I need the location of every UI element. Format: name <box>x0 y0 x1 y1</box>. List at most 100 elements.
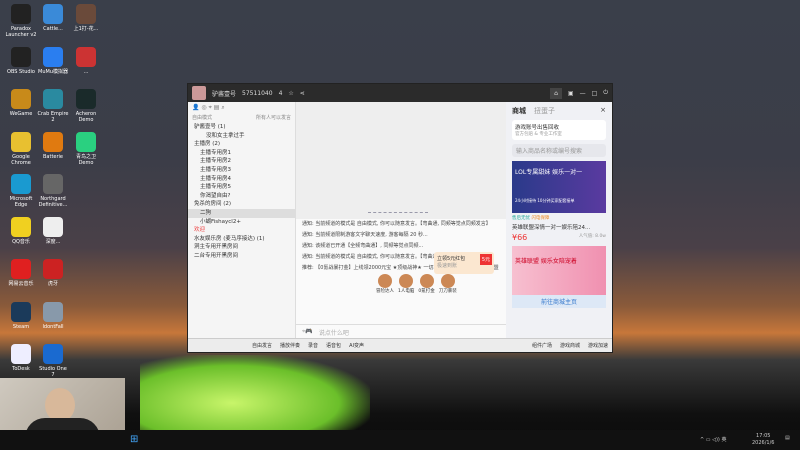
home-icon[interactable]: ⌂ <box>550 87 562 99</box>
wallpaper-tent <box>140 355 370 435</box>
channel-tree-item[interactable]: 免杀的房间 (2) <box>188 200 295 209</box>
share-icon[interactable]: ⋖ <box>300 90 305 97</box>
desktop-icon[interactable]: 深度... <box>37 216 69 245</box>
desktop-icon[interactable]: ... <box>70 46 102 75</box>
channel-tree-item[interactable]: 主播专用房3 <box>188 166 295 175</box>
minimize-icon[interactable]: — <box>580 90 586 97</box>
toolbar-button[interactable]: AI变声 <box>349 342 364 349</box>
toolbar-button[interactable]: 游戏加速 <box>588 342 608 349</box>
desktop-icon[interactable]: Steam <box>5 301 37 330</box>
notification-icon[interactable]: ▤ <box>785 435 790 441</box>
desktop-icon[interactable]: Paradox Launcher v2 <box>5 4 37 38</box>
app-icon <box>11 344 31 364</box>
desktop-icon[interactable]: 青鸟之卫 Demo <box>70 131 102 166</box>
tray-icons[interactable]: ^ ▭ ◁)) 英 <box>700 436 726 443</box>
desktop-icon[interactable]: OBS Studio <box>5 46 37 75</box>
desktop-icon[interactable]: 虎牙 <box>37 259 69 287</box>
channel-tree-item[interactable]: 主播房 (2) <box>188 140 295 149</box>
app-icon <box>43 216 63 237</box>
toolbar-button[interactable]: 录音 <box>308 342 318 349</box>
mini-game[interactable]: 冒险达人 <box>376 274 394 294</box>
channel-tree-item[interactable]: 主播专用房5 <box>188 183 295 192</box>
channel-tree-item[interactable]: 水友娱乐房 (麦马序接达) (1) <box>188 235 295 244</box>
desktop-icon[interactable]: Microsoft Edge <box>5 174 37 208</box>
desktop-icon[interactable]: Cattle... <box>37 4 69 32</box>
app-icon <box>11 131 31 152</box>
app-icon <box>11 4 31 24</box>
toolbar-button[interactable]: 游戏商城 <box>560 342 580 349</box>
desktop-icon[interactable]: Crab Empire 2 <box>37 89 69 123</box>
tab-shop[interactable]: 商城 <box>512 106 526 116</box>
yy-voice-window: 驴酱壹号 57511040 4 ☆ ⋖ ⌂ ▣ — □ ⏻ 👤 ◎ ⌖ ▤ ⌕ … <box>187 83 613 353</box>
desktop-icon[interactable]: QQ音乐 <box>5 216 37 245</box>
desktop-icon[interactable]: Northgard Definitive... <box>37 174 69 208</box>
mini-game[interactable]: 刀刀暴装 <box>439 274 457 294</box>
channel-tree: 驴酱壹号 (1) 没和女主拿过手 主播房 (2) 主播专用房1 主播专用房2 主播专用房3… <box>188 123 295 261</box>
input-placeholder[interactable]: 说点什么吧 <box>319 328 349 337</box>
game-icon <box>378 274 392 288</box>
channel-tree-item[interactable]: 主播专用房4 <box>188 175 295 184</box>
channel-tree-item[interactable]: 主播专用房1 <box>188 149 295 158</box>
card1-image[interactable]: LOL专属甜妹 娱乐一对一 24小时接待 10分钟买家配套接单 <box>512 161 606 213</box>
toolbar-button[interactable]: 语音包 <box>326 342 341 349</box>
app-icon <box>43 4 63 24</box>
shop-search[interactable]: 输入商品名称或编号搜索 <box>512 144 606 157</box>
desktop-icon[interactable]: 上1打-花... <box>70 4 102 32</box>
banner-carousel[interactable] <box>296 102 506 219</box>
avatar[interactable] <box>192 86 206 100</box>
desktop-icon-label: 虎牙 <box>47 281 58 287</box>
channel-tree-item[interactable]: 欢迎 <box>188 226 295 235</box>
channel-tree-item[interactable]: 二狗 <box>188 208 295 218</box>
desktop-icon[interactable]: MuMu模拟器 <box>37 46 69 75</box>
ime-indicator[interactable]: 英 <box>721 437 726 443</box>
red-packet-promo[interactable]: 立领5元红包 极速到账 5元 <box>434 252 494 274</box>
mini-game[interactable]: 1人电脑 <box>398 274 414 294</box>
chat-message: 通知: 当前频道的模式是 自由模式, 你可以随意发言。【弯曲通, 同频等觉点同频… <box>302 221 491 227</box>
desktop-icon-label: 网易云音乐 <box>8 281 34 287</box>
start-button[interactable]: ⊞ <box>130 434 138 445</box>
star-icon[interactable]: ☆ <box>288 90 293 97</box>
desktop-icon[interactable]: Studio One 7 <box>37 344 69 378</box>
channel-tree-item[interactable]: 二台专用开黑房间 <box>188 252 295 261</box>
user-count: 4 <box>278 89 283 97</box>
card2-image[interactable]: 英雄联盟 娱乐女陪宠着 前往商城主页 <box>512 246 606 308</box>
desktop-icon-label: Cattle... <box>43 26 63 32</box>
time: 17:05 <box>756 433 771 439</box>
app-icon <box>43 301 63 322</box>
mini-game[interactable]: 0氪打金 <box>418 274 435 294</box>
channel-tree-item[interactable]: 洞主专用开黑房间 <box>188 243 295 252</box>
left-toolbar-icons[interactable]: 👤 ◎ ⌖ ▤ ⌕ <box>188 102 295 112</box>
channel-tree-item[interactable]: 主播专用房2 <box>188 157 295 166</box>
close-shop-icon[interactable]: × <box>600 106 606 116</box>
account-banner[interactable]: 游戏账号出售回收 官方包赔 & 专业工作室 <box>512 120 606 140</box>
clock[interactable]: 17:05 2026/1/6 <box>752 433 774 447</box>
desktop-icon[interactable]: IdontFall <box>37 301 69 330</box>
app-icon <box>11 174 31 194</box>
desktop-icon[interactable]: WeGame <box>5 89 37 117</box>
desktop-icon-label: IdontFall <box>42 323 64 330</box>
channel-tree-item[interactable]: 你渴望自由? <box>188 192 295 201</box>
goto-shop-button[interactable]: 前往商城主页 <box>512 295 606 308</box>
channel-tree-panel: 👤 ◎ ⌖ ▤ ⌕ 自由模式 所有人可以发言 驴酱壹号 (1) 没和女主拿过手 主播… <box>188 102 296 338</box>
toolbar-button[interactable]: 播放伴奏 <box>280 342 300 349</box>
desktop-icon[interactable]: ToDesk <box>5 344 37 372</box>
gamepad-icon[interactable]: ⌖🎮 <box>302 328 313 335</box>
chat-message: 通知: 当前频道限制游客文字聊天速度, 游客每隔 20 秒... <box>302 232 428 238</box>
toolbar-button[interactable]: 组件广场 <box>532 342 552 349</box>
app-icon <box>43 344 63 364</box>
desktop-icon-label: WeGame <box>9 111 33 117</box>
card1-name[interactable]: 英雄联盟深情一对一娱乐陪24... <box>506 223 612 231</box>
close-icon[interactable]: ⏻ <box>603 89 608 97</box>
chat-input[interactable]: ⌖🎮 说点什么吧 <box>296 324 506 338</box>
channel-tree-item[interactable]: 驴酱壹号 (1) <box>188 123 295 132</box>
maximize-icon[interactable]: □ <box>592 90 598 97</box>
channel-tree-item[interactable]: 小蝴Fishaycl2+ <box>188 218 295 227</box>
desktop-icon[interactable]: 网易云音乐 <box>5 259 37 287</box>
desktop-icon[interactable]: Acheron Demo <box>70 89 102 123</box>
toolbar-button[interactable]: 自由发言 <box>252 342 272 349</box>
desktop-icon[interactable]: Google Chrome <box>5 131 37 166</box>
gamepad-icon[interactable]: ▣ <box>568 90 574 97</box>
tab-second[interactable]: 扭蛋子 <box>534 106 555 116</box>
desktop-icon[interactable]: Batterie <box>37 131 69 160</box>
channel-tree-item[interactable]: 没和女主拿过手 <box>188 132 295 141</box>
